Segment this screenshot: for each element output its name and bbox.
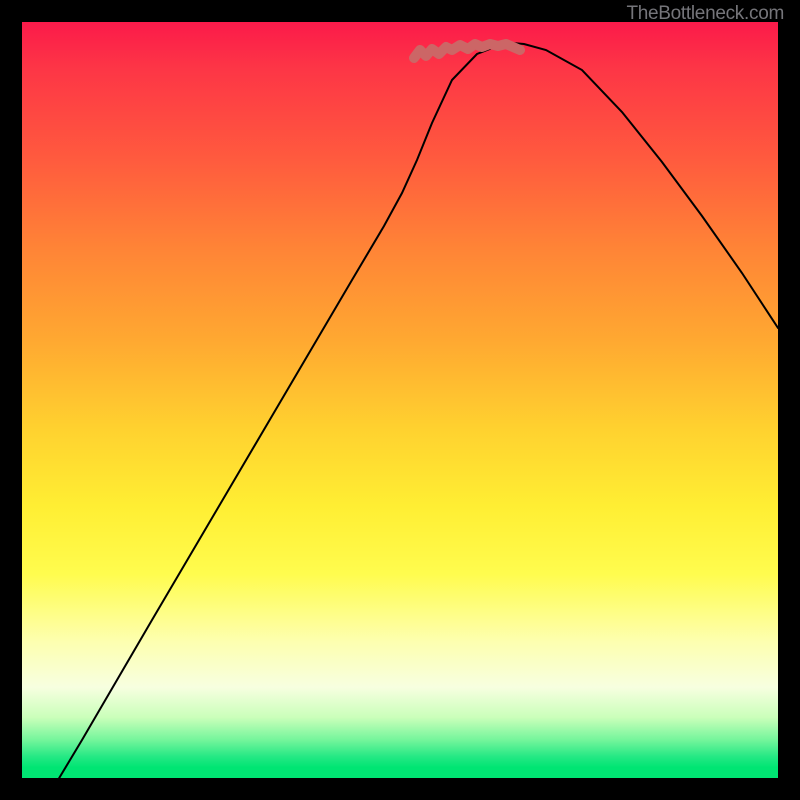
chart-svg (22, 22, 778, 778)
plot-area (22, 22, 778, 778)
chart-container: TheBottleneck.com (0, 0, 800, 800)
watermark-text: TheBottleneck.com (626, 3, 784, 25)
bottleneck-curve (52, 43, 778, 778)
floor-segment (414, 44, 520, 58)
